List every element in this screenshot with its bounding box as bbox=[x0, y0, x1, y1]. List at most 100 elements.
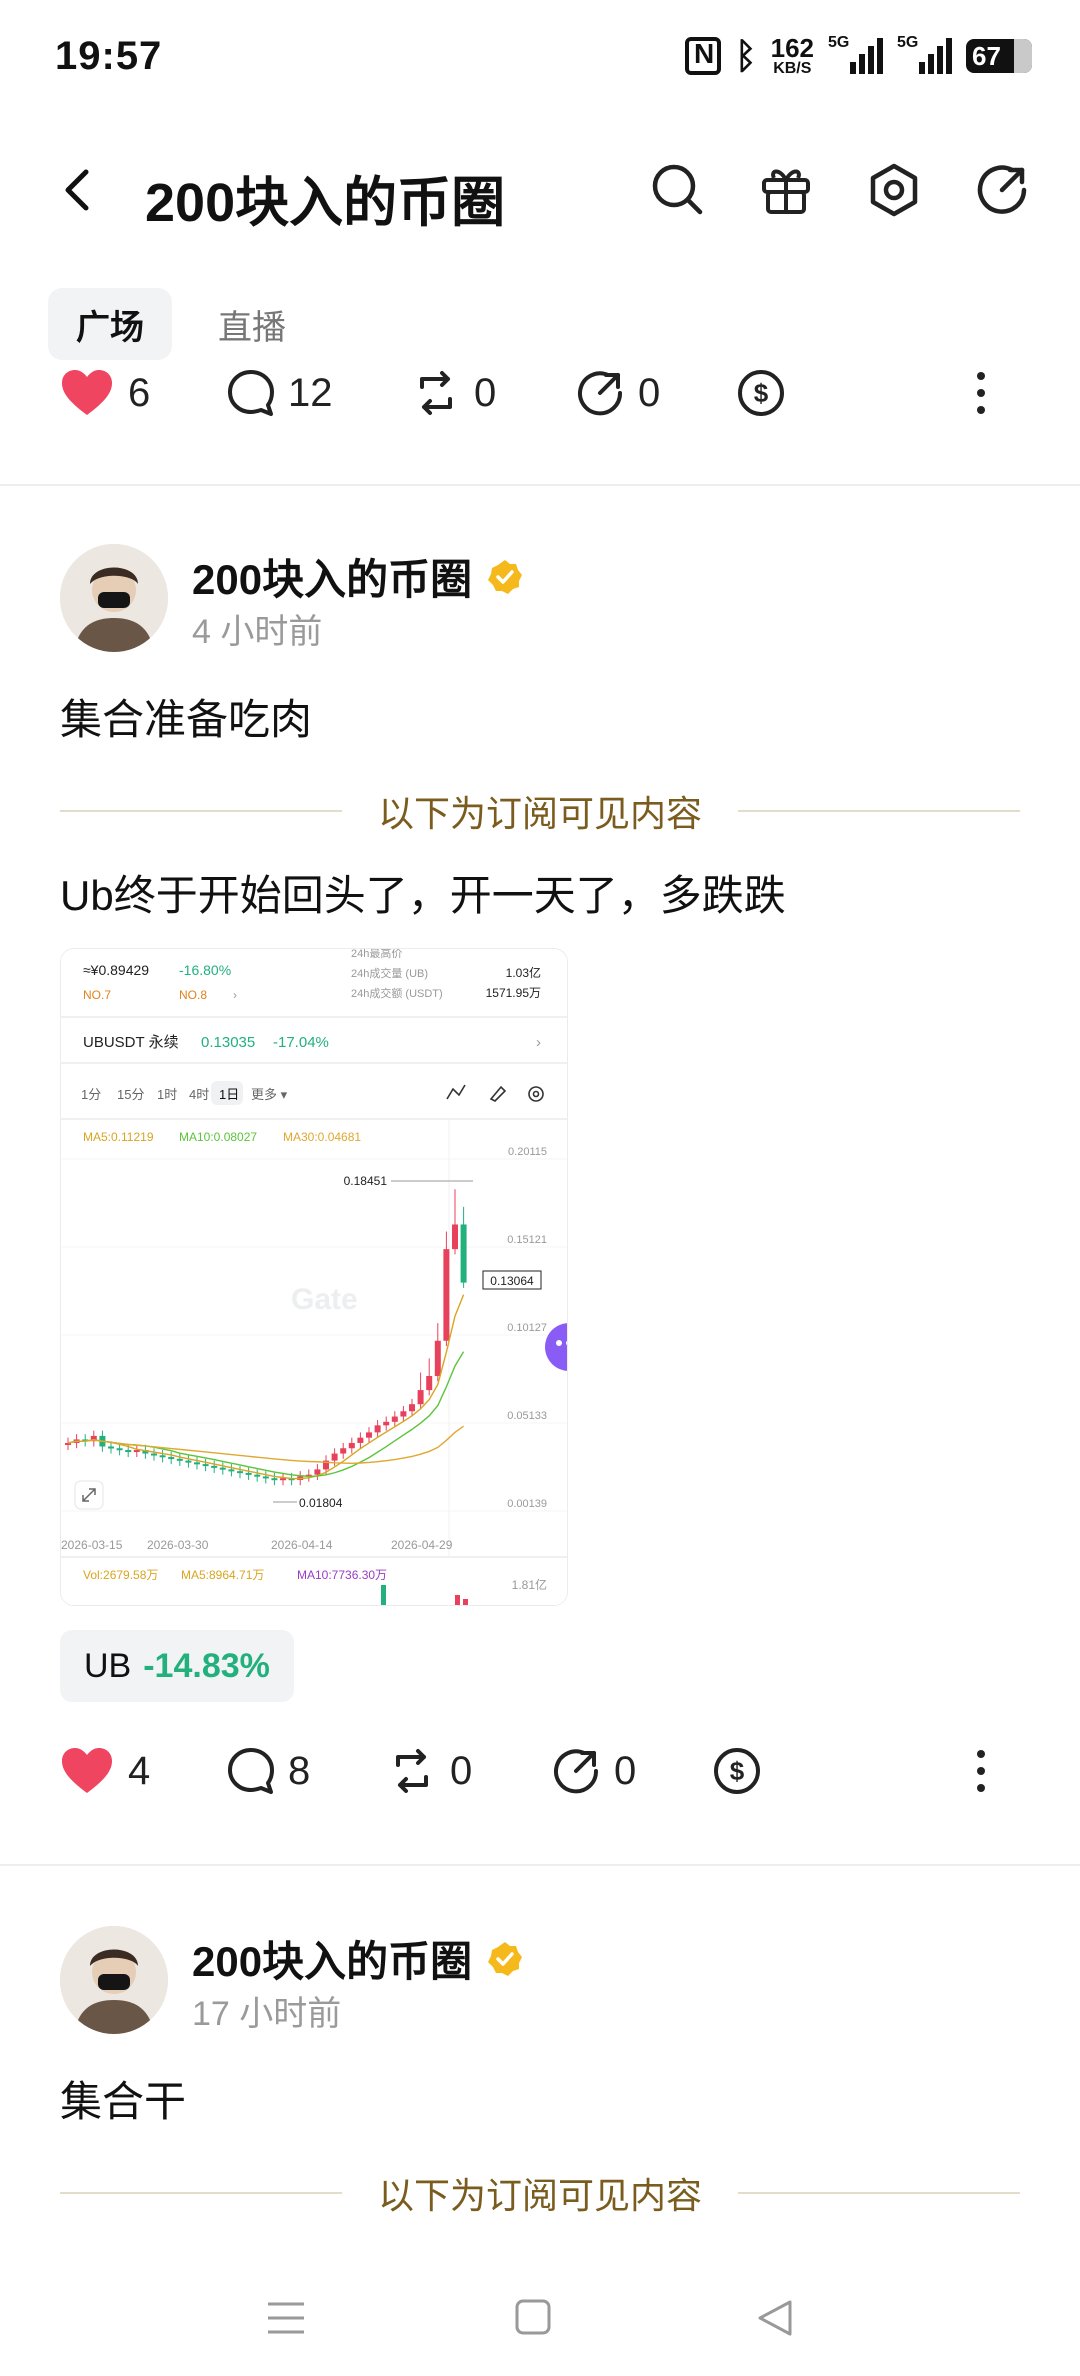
subscriber-divider: 以下为订阅可见内容 bbox=[60, 786, 1021, 836]
comment-count: 8 bbox=[288, 1748, 311, 1793]
avatar-image bbox=[60, 1926, 168, 2034]
forward-button[interactable]: 0 bbox=[576, 369, 736, 417]
gift-icon[interactable] bbox=[756, 160, 816, 220]
current-label: 0.13064 bbox=[490, 1274, 534, 1288]
settings-icon[interactable] bbox=[864, 160, 924, 220]
system-nav-bar bbox=[0, 2260, 1080, 2376]
vol-label: Vol:2679.58万 bbox=[83, 1568, 158, 1582]
divider bbox=[0, 484, 1080, 486]
candle bbox=[159, 1455, 166, 1458]
author-label: 200块入的币圈 bbox=[192, 556, 473, 603]
signal-icon: 5G bbox=[828, 34, 883, 74]
more-icon[interactable] bbox=[976, 1749, 986, 1793]
dollar-icon: $ bbox=[738, 370, 784, 416]
high-label: 0.18451 bbox=[344, 1174, 388, 1188]
candle bbox=[219, 1467, 226, 1470]
forward-button[interactable]: 0 bbox=[552, 1747, 712, 1795]
avatar-image bbox=[60, 544, 168, 652]
chart-stat1-value: 1.03亿 bbox=[506, 965, 541, 980]
coin-symbol: UB bbox=[84, 1646, 132, 1685]
coin-tag[interactable]: UB -14.83% bbox=[60, 1630, 294, 1702]
comment-icon bbox=[228, 370, 274, 416]
status-icons: ᛒ 162 KB/S 5G 5G 67 bbox=[685, 34, 1032, 78]
tip-button[interactable]: $ bbox=[712, 1746, 976, 1796]
candle bbox=[340, 1448, 347, 1454]
candle bbox=[443, 1249, 450, 1341]
coin-change: -14.83% bbox=[143, 1646, 270, 1685]
tab-square[interactable]: 广场 bbox=[48, 288, 172, 360]
network-speed: 162 KB/S bbox=[771, 35, 814, 77]
battery-level: 67 bbox=[972, 40, 1001, 71]
kline-chart: ≈¥0.89429 -16.80% 24h最高价 24h成交量 (UB) 1.0… bbox=[61, 949, 567, 1605]
subscriber-label: 以下为订阅可见内容 bbox=[378, 793, 703, 834]
y-tick-label: 0.20115 bbox=[508, 1146, 547, 1158]
like-button[interactable]: 6 bbox=[60, 368, 226, 418]
post-text: 集合准备吃肉 bbox=[60, 696, 313, 743]
chart-rank2: NO.8 bbox=[179, 988, 207, 1002]
back-nav-icon[interactable] bbox=[756, 2298, 794, 2338]
candle bbox=[426, 1376, 433, 1391]
like-button[interactable]: 4 bbox=[60, 1746, 226, 1796]
chart-image[interactable]: ≈¥0.89429 -16.80% 24h最高价 24h成交量 (UB) 1.0… bbox=[60, 948, 568, 1606]
candle bbox=[211, 1465, 218, 1468]
chart-stat1-label: 24h成交量 (UB) bbox=[351, 966, 428, 980]
author-label: 200块入的币圈 bbox=[192, 1938, 473, 1985]
signal-icon-2: 5G bbox=[897, 34, 952, 74]
tip-button[interactable]: $ bbox=[736, 368, 976, 418]
interval-tab: 1日 bbox=[219, 1087, 239, 1102]
speed-unit: KB/S bbox=[773, 60, 812, 77]
signal-label: 5G bbox=[828, 34, 850, 51]
chart-pair: UBUSDT 永续 bbox=[83, 1034, 179, 1051]
candle bbox=[125, 1450, 132, 1453]
menu-icon[interactable] bbox=[266, 2300, 306, 2336]
candle bbox=[280, 1478, 286, 1481]
home-icon[interactable] bbox=[514, 2298, 552, 2336]
comment-button[interactable]: 8 bbox=[226, 1746, 388, 1796]
candle bbox=[262, 1476, 269, 1479]
ma30-label: MA30:0.04681 bbox=[283, 1130, 361, 1144]
speed-value: 162 bbox=[770, 33, 814, 63]
x-tick-label: 2026-04-14 bbox=[271, 1538, 333, 1552]
candle bbox=[228, 1469, 235, 1472]
author-name[interactable]: 200块入的币圈 bbox=[192, 546, 524, 607]
svg-text:$: $ bbox=[754, 378, 769, 408]
repost-button[interactable]: 0 bbox=[412, 369, 576, 417]
svg-text:24h最高价: 24h最高价 bbox=[351, 949, 402, 960]
bluetooth-icon: ᛒ bbox=[735, 35, 757, 76]
candle bbox=[460, 1224, 467, 1283]
repost-count: 0 bbox=[474, 370, 497, 415]
dollar-icon: $ bbox=[714, 1748, 760, 1794]
y-tick-label: 0.10127 bbox=[507, 1322, 547, 1334]
repost-button[interactable]: 0 bbox=[388, 1747, 552, 1795]
chart-rank1: NO.7 bbox=[83, 988, 111, 1002]
candle bbox=[185, 1460, 192, 1463]
more-icon[interactable] bbox=[976, 371, 986, 415]
post-actions: 6 12 0 0 $ bbox=[60, 358, 1040, 428]
candle bbox=[391, 1416, 398, 1422]
repost-icon bbox=[396, 1749, 428, 1793]
heart-icon bbox=[62, 370, 112, 415]
comment-button[interactable]: 12 bbox=[226, 368, 412, 418]
forward-icon bbox=[578, 371, 623, 416]
heart-icon bbox=[62, 1748, 112, 1793]
battery-icon: 67 bbox=[966, 39, 1032, 73]
back-icon[interactable] bbox=[50, 162, 106, 218]
candle bbox=[357, 1437, 364, 1443]
author-name[interactable]: 200块入的币圈 bbox=[192, 1928, 524, 1989]
tab-live[interactable]: 直播 bbox=[190, 288, 314, 360]
interval-tab: 更多 ▾ bbox=[251, 1087, 288, 1102]
post-text: 集合干 bbox=[60, 2078, 187, 2125]
forward-count: 0 bbox=[638, 370, 661, 415]
vol-axis-label: 1.81亿 bbox=[512, 1577, 547, 1592]
chart-price: ≈¥0.89429 bbox=[83, 962, 149, 978]
svg-text:›: › bbox=[536, 1034, 541, 1051]
share-icon[interactable] bbox=[972, 160, 1032, 220]
candle bbox=[417, 1390, 424, 1405]
avatar[interactable] bbox=[60, 544, 168, 652]
search-icon[interactable] bbox=[648, 160, 708, 220]
repost-count: 0 bbox=[450, 1748, 473, 1793]
interval-tab: 15分 bbox=[117, 1087, 144, 1102]
candle bbox=[374, 1425, 381, 1433]
nfc-icon bbox=[685, 37, 721, 75]
avatar[interactable] bbox=[60, 1926, 168, 2034]
